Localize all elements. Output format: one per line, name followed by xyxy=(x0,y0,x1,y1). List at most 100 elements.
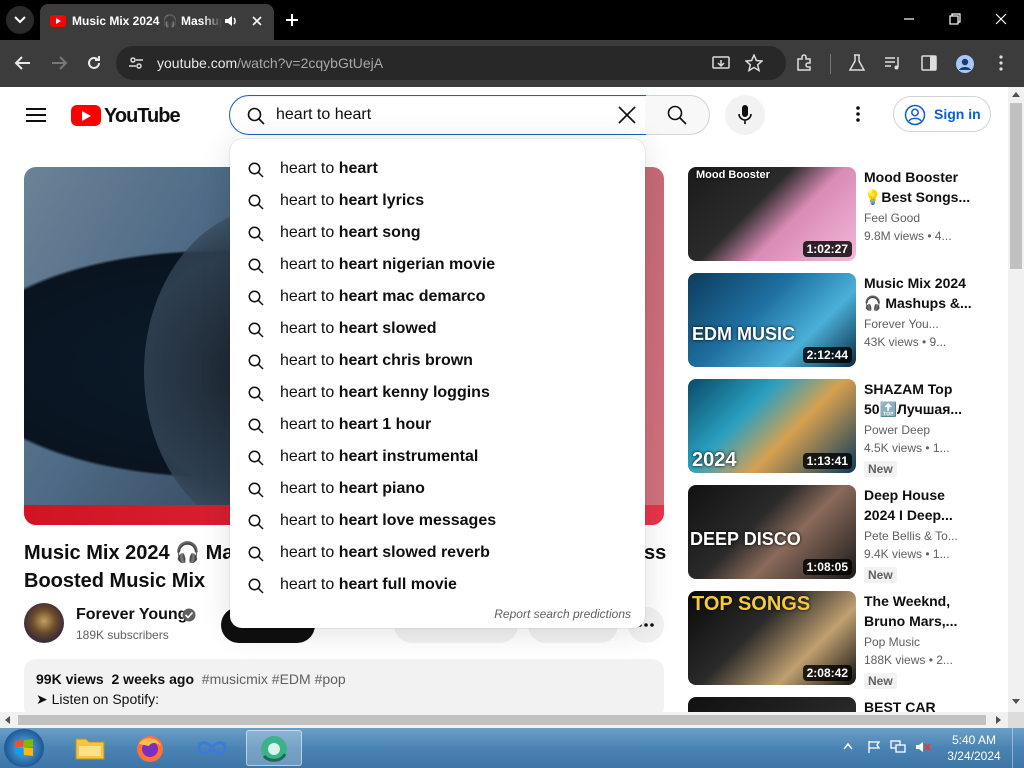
search-suggestion-item[interactable]: heart to heart mac demarco xyxy=(230,281,645,313)
labs-flask-icon[interactable] xyxy=(848,54,866,72)
recommended-video[interactable]: EDM MUSIC 2:12:44 Music Mix 2024 🎧 Mashups… xyxy=(688,273,988,369)
horizontal-scrollbar-thumb[interactable] xyxy=(18,715,986,725)
channel-name[interactable]: Forever Young xyxy=(76,606,187,624)
recommended-channel-name[interactable]: Power Deep xyxy=(864,423,974,437)
search-suggestion-item[interactable]: heart to heart slowed xyxy=(230,313,645,345)
recommended-channel-name[interactable]: Forever You... xyxy=(864,317,974,331)
site-info-icon[interactable] xyxy=(128,55,144,71)
search-suggestion-item[interactable]: heart to heart instrumental xyxy=(230,441,645,473)
scroll-up-arrow-icon[interactable] xyxy=(1012,91,1020,97)
scroll-right-arrow-icon[interactable] xyxy=(996,716,1002,724)
tab-search-button[interactable] xyxy=(6,6,34,34)
video-thumbnail[interactable]: DEEP DISCO 1:08:05 xyxy=(688,485,856,579)
recommended-video[interactable]: DEEP DISCO 1:08:05 Deep House 2024 I Deep.… xyxy=(688,485,988,583)
recommended-video[interactable]: TOP SONGS 2:08:42 The Weeknd, Bruno Mars,.… xyxy=(688,591,988,689)
side-panel-icon[interactable] xyxy=(920,54,938,72)
forward-arrow-icon[interactable] xyxy=(50,54,68,72)
minimize-icon[interactable] xyxy=(902,12,916,26)
new-tab-plus-icon[interactable] xyxy=(284,12,300,28)
description-line: ➤ Listen on Spotify: xyxy=(36,691,160,707)
recommended-channel-name[interactable]: Feel Good xyxy=(864,211,974,225)
youtube-logo[interactable]: YouTube xyxy=(71,104,181,127)
show-hidden-icons-icon[interactable] xyxy=(843,742,853,750)
recommended-video[interactable]: 2024 1:13:41 SHAZAM Top 50🔝Лучшая... Power … xyxy=(688,379,988,477)
clear-search-icon[interactable] xyxy=(617,105,637,125)
back-arrow-icon[interactable] xyxy=(14,54,32,72)
report-search-predictions-link[interactable]: Report search predictions xyxy=(494,607,631,621)
search-button[interactable] xyxy=(646,95,710,135)
settings-more-icon[interactable] xyxy=(855,105,861,123)
hamburger-menu-icon[interactable] xyxy=(26,107,46,123)
extensions-puzzle-icon[interactable] xyxy=(795,54,813,72)
search-icon xyxy=(248,354,264,370)
suggestion-prefix: heart to xyxy=(280,512,339,529)
search-suggestion-item[interactable]: heart to heart xyxy=(230,153,645,185)
start-button[interactable] xyxy=(4,729,44,767)
profile-avatar-icon[interactable] xyxy=(955,54,975,74)
recommended-video-title[interactable]: SHAZAM Top 50🔝Лучшая... xyxy=(864,379,974,419)
search-suggestion-item[interactable]: heart to heart 1 hour xyxy=(230,409,645,441)
recommended-channel-name[interactable]: Pete Bellis & To... xyxy=(864,529,974,543)
taskbar-file-explorer[interactable] xyxy=(62,730,118,766)
recommended-video-title[interactable]: BEST CAR xyxy=(864,697,974,712)
recommended-video[interactable]: BEST CAR xyxy=(688,697,988,712)
taskbar-chrome-active[interactable] xyxy=(246,730,302,766)
vertical-scrollbar[interactable] xyxy=(1008,87,1024,712)
taskbar-firefox[interactable] xyxy=(122,730,178,766)
taskbar-clock[interactable]: 5:40 AM 3/24/2024 xyxy=(936,732,1012,764)
speaker-icon[interactable] xyxy=(224,14,238,28)
search-suggestion-item[interactable]: heart to heart chris brown xyxy=(230,345,645,377)
horizontal-scrollbar[interactable] xyxy=(0,712,1008,728)
tab-close-icon[interactable] xyxy=(250,14,264,28)
show-desktop-button[interactable] xyxy=(1012,728,1024,768)
search-icon xyxy=(248,226,264,242)
search-suggestion-item[interactable]: heart to heart full movie xyxy=(230,569,645,601)
network-icon[interactable] xyxy=(890,740,906,754)
install-app-icon[interactable] xyxy=(712,54,730,72)
recommended-video-title[interactable]: Deep House 2024 I Deep... xyxy=(864,485,974,525)
search-input[interactable] xyxy=(276,104,606,126)
vertical-scrollbar-thumb[interactable] xyxy=(1010,103,1022,269)
description-box[interactable]: 99K views 2 weeks ago #musicmix #EDM #po… xyxy=(24,659,664,712)
recommended-video-meta: 188K views • 2... xyxy=(864,653,953,667)
thumbnail-text: DEEP DISCO xyxy=(690,529,801,549)
reload-icon[interactable] xyxy=(85,54,103,72)
media-control-icon[interactable] xyxy=(884,54,902,72)
taskbar-app-infinity[interactable] xyxy=(184,730,240,766)
address-bar[interactable]: youtube.com/watch?v=2cqybGtUejA xyxy=(116,46,786,80)
search-box[interactable] xyxy=(229,95,647,135)
action-center-flag-icon[interactable] xyxy=(867,740,881,754)
search-suggestion-item[interactable]: heart to heart song xyxy=(230,217,645,249)
window-close-icon[interactable] xyxy=(994,12,1008,26)
voice-search-button[interactable] xyxy=(725,95,765,135)
search-suggestion-item[interactable]: heart to heart piano xyxy=(230,473,645,505)
browser-tab-active[interactable]: Music Mix 2024 🎧 Mashups xyxy=(40,4,274,40)
restore-icon[interactable] xyxy=(948,12,962,26)
search-icon xyxy=(248,194,264,210)
video-thumbnail[interactable]: Mood Booster 1:02:27 xyxy=(688,167,856,261)
bookmark-star-icon[interactable] xyxy=(745,54,763,72)
volume-muted-icon[interactable] xyxy=(915,740,931,754)
video-thumbnail[interactable]: 2024 1:13:41 xyxy=(688,379,856,473)
thumbnail-text: TOP SONGS xyxy=(692,593,811,615)
recommended-video-title[interactable]: The Weeknd, Bruno Mars,... xyxy=(864,591,974,631)
new-badge: New xyxy=(864,567,897,583)
video-thumbnail[interactable]: EDM MUSIC 2:12:44 xyxy=(688,273,856,367)
recommended-video[interactable]: Mood Booster 1:02:27 Mood Booster 💡Best So… xyxy=(688,167,988,263)
recommended-channel-name[interactable]: Pop Music xyxy=(864,635,974,649)
search-suggestion-item[interactable]: heart to heart nigerian movie xyxy=(230,249,645,281)
video-thumbnail[interactable]: TOP SONGS 2:08:42 xyxy=(688,591,856,685)
search-suggestion-item[interactable]: heart to heart lyrics xyxy=(230,185,645,217)
sign-in-button[interactable]: Sign in xyxy=(893,96,991,132)
browser-menu-icon[interactable] xyxy=(996,54,1006,72)
scroll-left-arrow-icon[interactable] xyxy=(4,716,10,724)
search-suggestion-item[interactable]: heart to heart love messages xyxy=(230,505,645,537)
search-suggestion-item[interactable]: heart to heart slowed reverb xyxy=(230,537,645,569)
video-thumbnail[interactable] xyxy=(688,697,856,712)
recommended-video-title[interactable]: Music Mix 2024 🎧 Mashups &... xyxy=(864,273,974,313)
hashtags[interactable]: #musicmix #EDM #pop xyxy=(202,671,346,687)
scroll-down-arrow-icon[interactable] xyxy=(1012,699,1020,705)
recommended-video-title[interactable]: Mood Booster 💡Best Songs... xyxy=(864,167,974,207)
search-suggestion-item[interactable]: heart to heart kenny loggins xyxy=(230,377,645,409)
channel-avatar[interactable] xyxy=(24,603,64,643)
